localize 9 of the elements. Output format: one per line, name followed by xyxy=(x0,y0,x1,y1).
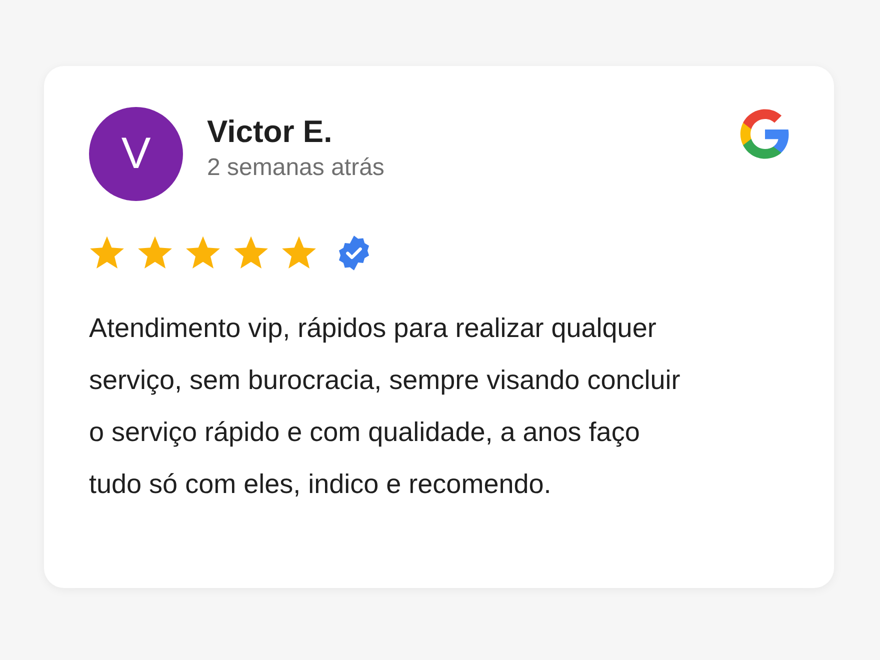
review-time: 2 semanas atrás xyxy=(207,154,384,181)
star-icon xyxy=(281,236,317,270)
reviewer-name: Victor E. xyxy=(207,114,332,149)
star-icon xyxy=(185,236,221,270)
star-icon xyxy=(233,236,269,270)
review-text: Atendimento vip, rápidos para realizar qualquer serviço, sem burocracia, sempre visando concluir o serviço rápido e com qualidade, a anos faço tudo só com eles, indico e recomendo. xyxy=(89,312,682,501)
avatar: V xyxy=(89,107,183,201)
star-icon xyxy=(89,236,125,270)
star-icon xyxy=(137,236,173,270)
